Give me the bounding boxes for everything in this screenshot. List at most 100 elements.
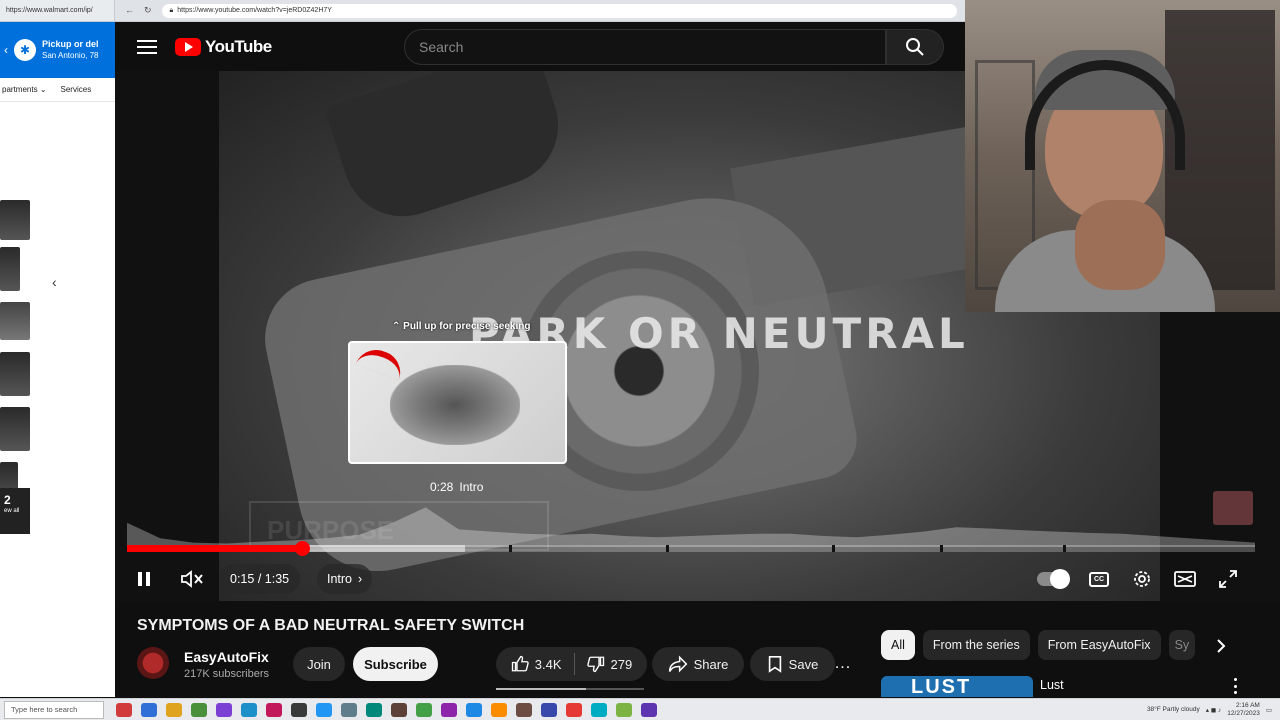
taskbar-app-icon[interactable] (141, 702, 157, 717)
recommended-video-thumbnail[interactable]: LUST (881, 676, 1033, 697)
pickup-or-delivery[interactable]: Pickup or del San Antonio, 78 (42, 39, 99, 61)
product-thumbnail[interactable] (0, 200, 30, 240)
like-button[interactable]: 3.4K (499, 647, 574, 681)
taskbar-app-icon[interactable] (341, 702, 357, 717)
taskbar-app-icon[interactable] (391, 702, 407, 717)
channel-avatar[interactable] (137, 647, 169, 679)
chips-next-button[interactable] (1207, 632, 1235, 660)
chapter-marker (509, 545, 513, 552)
left-window-url[interactable]: https://www.walmart.com/ip/ (0, 0, 115, 21)
taskbar-app-icon[interactable] (466, 702, 482, 717)
save-label: Save (788, 656, 819, 672)
back-icon[interactable]: ← (125, 5, 134, 16)
chip-from-channel[interactable]: From EasyAutoFix (1037, 630, 1161, 660)
gear-icon (1134, 571, 1150, 587)
thumbs-up-icon (511, 655, 529, 672)
taskbar-app-icon[interactable] (416, 702, 432, 717)
product-thumbnail[interactable] (0, 302, 30, 340)
weather-readout[interactable]: 38°F Partly cloudy (1147, 706, 1200, 713)
played-bar (127, 545, 302, 552)
save-button[interactable]: Save (750, 647, 835, 681)
autoplay-toggle[interactable] (1037, 569, 1070, 589)
webcam-person (1075, 200, 1165, 290)
search-input[interactable] (419, 39, 885, 55)
walmart-spark-icon[interactable]: ✱ (14, 39, 36, 61)
taskbar-app-icon[interactable] (516, 702, 532, 717)
chevron-left-icon[interactable]: ‹ (4, 43, 8, 57)
precise-seeking-hint: ⌃ Pull up for precise seeking (392, 321, 530, 332)
chip-all[interactable]: All (881, 630, 915, 660)
product-thumbnail[interactable] (0, 247, 20, 291)
channel-name[interactable]: EasyAutoFix (184, 649, 269, 665)
taskbar-app-icon[interactable] (566, 702, 582, 717)
taskbar-app-icons (116, 702, 657, 717)
taskbar-app-icon[interactable] (441, 702, 457, 717)
taskbar-app-icon[interactable] (316, 702, 332, 717)
departments-menu[interactable]: partments ⌄ (2, 85, 47, 94)
mute-button[interactable] (179, 561, 205, 597)
subtitles-button[interactable]: CC (1085, 561, 1113, 597)
player-controls: 0:15 / 1:35 Intro › CC (115, 557, 1280, 601)
scrubber-handle[interactable] (294, 541, 310, 556)
search-button[interactable] (886, 29, 944, 65)
chapter-marker (832, 545, 835, 552)
youtube-logo[interactable]: YouTube (175, 37, 272, 57)
settings-button[interactable] (1128, 561, 1156, 597)
more-actions-button[interactable]: ... (826, 647, 860, 681)
taskbar-app-icon[interactable] (241, 702, 257, 717)
fullscreen-button[interactable] (1214, 561, 1242, 597)
taskbar-app-icon[interactable] (291, 702, 307, 717)
search-icon (906, 38, 924, 56)
chapter-marker (940, 545, 944, 552)
youtube-play-logo-icon (175, 38, 201, 56)
search-box (404, 29, 886, 65)
clock[interactable]: 2:16 AM 12/27/2023 (1227, 702, 1260, 716)
taskbar-search[interactable]: Type here to search (4, 700, 104, 719)
product-thumbnail[interactable] (0, 407, 30, 451)
like-count: 3.4K (534, 656, 562, 672)
taskbar-app-icon[interactable] (191, 702, 207, 717)
chip-from-the-series[interactable]: From the series (922, 630, 1030, 660)
browser-toolbar: https://www.walmart.com/ip/ ← ↻ 🔒︎ https… (0, 0, 965, 22)
taskbar-app-icon[interactable] (591, 702, 607, 717)
recommended-video-title[interactable]: Lust (1040, 678, 1064, 692)
taskbar-app-icon[interactable] (266, 702, 282, 717)
youtube-logo-text: YouTube (205, 37, 272, 56)
taskbar-app-icon[interactable] (641, 702, 657, 717)
chevron-right-icon: › (358, 572, 363, 586)
address-bar[interactable]: 🔒︎ https://www.youtube.com/watch?v=jeRD0… (161, 3, 957, 18)
preview-timestamp: 0:28 (430, 480, 454, 494)
chip-truncated[interactable]: Sy (1168, 630, 1195, 660)
walmart-nav: partments ⌄ Services (0, 78, 115, 102)
vertical-more-icon[interactable] (1228, 678, 1242, 694)
taskbar-app-icon[interactable] (541, 702, 557, 717)
dislike-button[interactable]: 279 (575, 647, 645, 681)
share-icon (668, 655, 688, 673)
services-menu[interactable]: Services (61, 85, 92, 94)
view-all-badge[interactable]: 2 ew all (0, 488, 30, 534)
chapter-button[interactable]: Intro › (317, 564, 373, 594)
join-button[interactable]: Join (293, 647, 345, 681)
share-button[interactable]: Share (652, 647, 744, 681)
subscribe-button[interactable]: Subscribe (353, 647, 438, 681)
notifications-icon[interactable]: ▭ (1266, 706, 1272, 714)
tray-icons[interactable]: ▴ ◼ ♪ (1206, 706, 1222, 714)
taskbar-app-icon[interactable] (366, 702, 382, 717)
taskbar-app-icon[interactable] (116, 702, 132, 717)
menu-icon[interactable] (137, 40, 157, 54)
time-separator: / (254, 572, 265, 586)
progress-bar[interactable] (127, 541, 1255, 556)
theater-mode-button[interactable] (1171, 561, 1199, 597)
taskbar-app-icon[interactable] (616, 702, 632, 717)
dislike-count: 279 (610, 656, 633, 672)
chevron-left-icon[interactable]: ‹ (52, 274, 57, 290)
product-thumbnail[interactable] (0, 352, 30, 396)
like-ratio-bar (496, 688, 644, 690)
taskbar-app-icon[interactable] (491, 702, 507, 717)
webcam-overlay (965, 0, 1280, 312)
taskbar-app-icon[interactable] (166, 702, 182, 717)
reload-icon[interactable]: ↻ (144, 5, 152, 16)
taskbar-app-icon[interactable] (216, 702, 232, 717)
pause-button[interactable] (133, 561, 155, 597)
chevron-down-icon: ⌄ (39, 85, 47, 94)
